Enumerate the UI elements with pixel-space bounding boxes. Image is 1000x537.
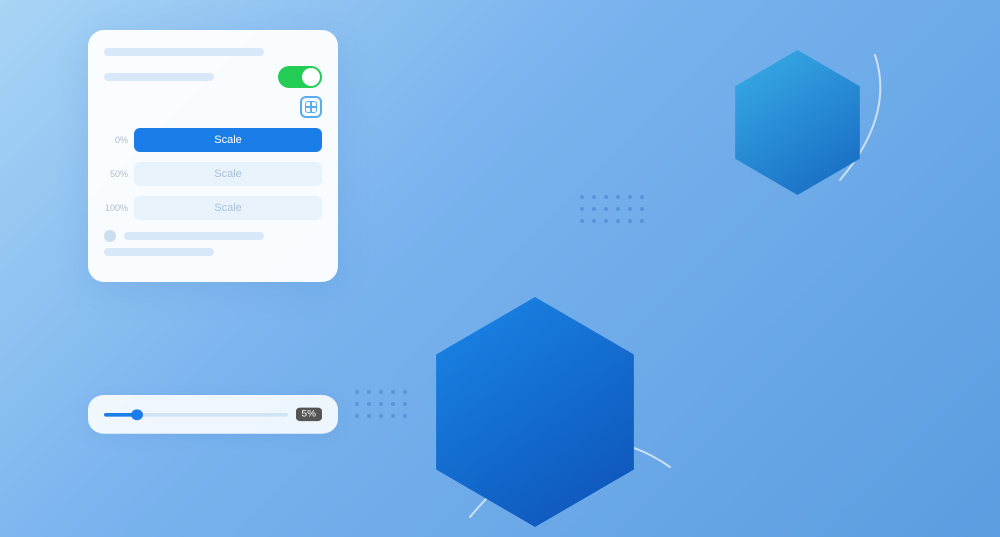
scale-row-50: 50% Scale	[104, 162, 322, 186]
slider-value: 5%	[296, 408, 322, 422]
slider-track[interactable]	[104, 413, 288, 417]
scale-row-0: 0% Scale	[104, 128, 322, 152]
add-icon-row	[104, 96, 322, 118]
circle-label-line	[124, 232, 264, 240]
circle-icon	[104, 230, 116, 242]
scale-label-50: 50%	[104, 169, 128, 179]
scale-btn-50[interactable]: Scale	[134, 162, 322, 186]
dot-grid-bottom-left	[355, 390, 407, 418]
scale-btn-0[interactable]: Scale	[134, 128, 322, 152]
slider-thumb	[131, 409, 143, 420]
scale-row-100: 100% Scale	[104, 196, 322, 220]
toggle-label	[104, 73, 214, 81]
toggle-switch[interactable]	[278, 66, 322, 88]
toggle-knob	[302, 68, 320, 86]
bottom-label-line	[104, 248, 214, 256]
add-icon[interactable]	[300, 96, 322, 118]
reflection-card: 5%	[88, 395, 338, 434]
scale-btn-100[interactable]: Scale	[134, 196, 322, 220]
toggle-row	[104, 66, 322, 88]
slider-row: 5%	[104, 408, 322, 422]
scale-label-0: 0%	[104, 135, 128, 145]
main-card: 0% Scale 50% Scale 100% Scale	[88, 30, 338, 282]
circle-row	[104, 230, 322, 242]
plus-icon	[305, 101, 317, 113]
card-top-labels	[104, 48, 322, 56]
label-line-1	[104, 48, 264, 56]
scale-label-100: 100%	[104, 203, 128, 213]
dot-grid-top-right	[580, 195, 644, 223]
